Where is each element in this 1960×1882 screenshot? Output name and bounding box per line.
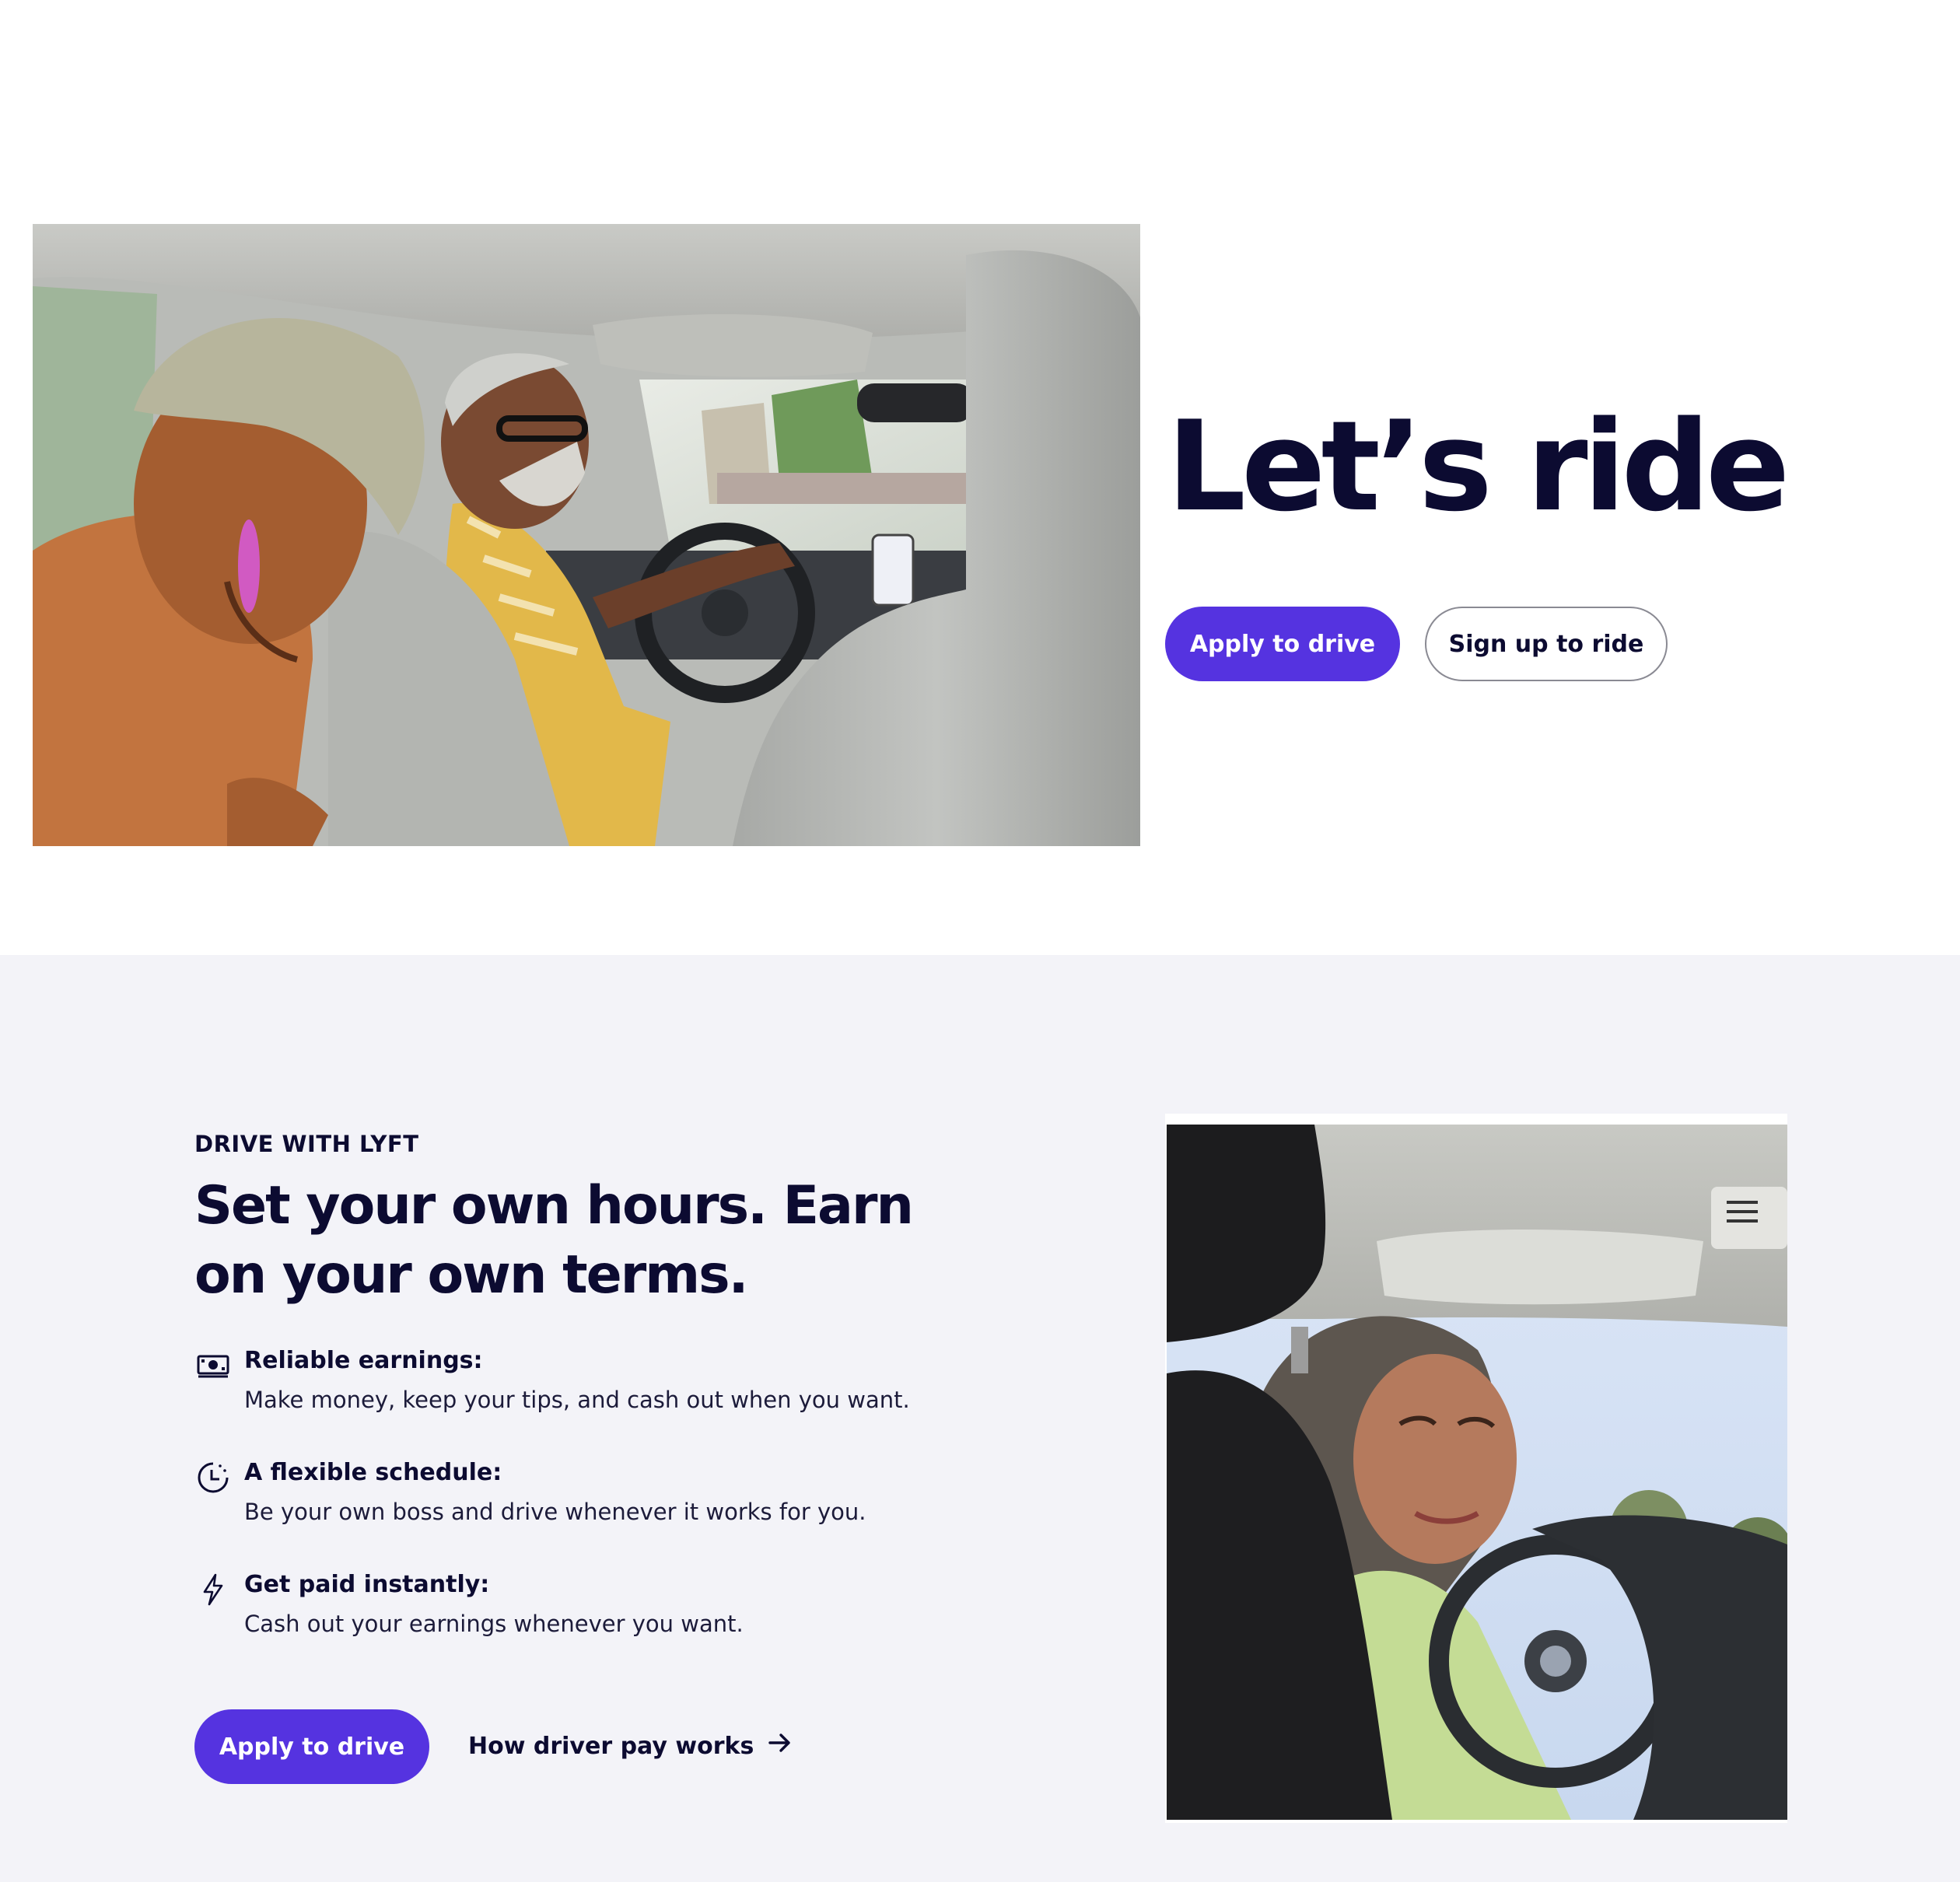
- hero-title: Let’s ride: [1167, 394, 1790, 539]
- driver-photo: [1167, 1125, 1787, 1820]
- feature-title: Get paid instantly:: [244, 1571, 490, 1598]
- feature-description: Be your own boss and drive whenever it w…: [244, 1499, 866, 1525]
- sign-up-to-ride-button[interactable]: Sign up to ride: [1425, 607, 1668, 681]
- feature-title: Reliable earnings:: [244, 1347, 483, 1374]
- arrow-right-icon: [768, 1728, 793, 1765]
- feature-description: Make money, keep your tips, and cash out…: [244, 1387, 910, 1413]
- feature-reliable-earnings: Reliable earnings: Make money, keep your…: [194, 1345, 972, 1457]
- section-eyebrow: DRIVE WITH LYFT: [194, 1131, 419, 1157]
- apply-to-drive-button[interactable]: Apply to drive: [194, 1709, 429, 1784]
- apply-to-drive-button[interactable]: Apply to drive: [1165, 607, 1400, 681]
- clock-icon: [196, 1460, 230, 1495]
- how-driver-pay-works-link[interactable]: How driver pay works: [468, 1728, 793, 1765]
- feature-list: Reliable earnings: Make money, keep your…: [194, 1345, 972, 1681]
- hero-photo: [33, 224, 1140, 846]
- lightning-icon: [196, 1572, 230, 1607]
- pay-link-label: How driver pay works: [468, 1733, 754, 1760]
- feature-get-paid-instantly: Get paid instantly: Cash out your earnin…: [194, 1569, 972, 1681]
- feature-description: Cash out your earnings whenever you want…: [244, 1611, 744, 1637]
- feature-title: A flexible schedule:: [244, 1459, 502, 1486]
- section-heading: Set your own hours. Earn on your own ter…: [194, 1175, 914, 1306]
- hero-section: Let’s ride Apply to drive Sign up to rid…: [0, 0, 1960, 955]
- drive-with-lyft-section: DRIVE WITH LYFT Set your own hours. Earn…: [0, 955, 1960, 1882]
- feature-flexible-schedule: A flexible schedule: Be your own boss an…: [194, 1457, 972, 1569]
- cash-icon: [196, 1349, 230, 1383]
